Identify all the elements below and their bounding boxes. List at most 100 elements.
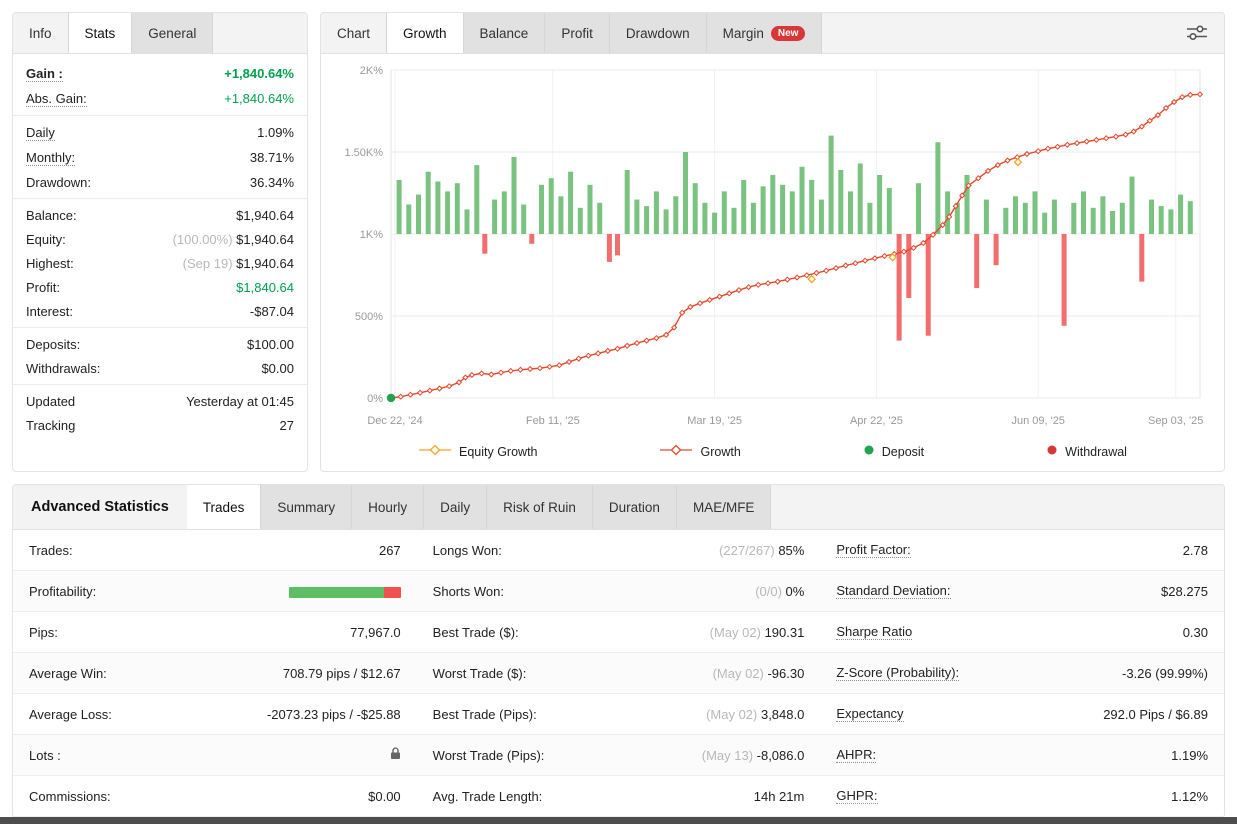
cell-label-profitability: Profitability: bbox=[29, 584, 96, 599]
svg-text:0%: 0% bbox=[367, 393, 383, 405]
chart-tab-growth[interactable]: Growth bbox=[387, 13, 464, 53]
stat-row-profit: Profit:$1,840.64 bbox=[13, 275, 307, 299]
stat-row-equity: Equity:(100.00%) $1,940.64 bbox=[13, 227, 307, 251]
cell-value-expectancy: 292.0 Pips / $6.89 bbox=[1103, 707, 1208, 722]
legend-label: Withdrawal bbox=[1065, 445, 1127, 459]
stat-value-profit: $1,840.64 bbox=[236, 280, 294, 295]
stat-label-gain[interactable]: Gain : bbox=[26, 66, 63, 82]
stat-label-abs-gain[interactable]: Abs. Gain: bbox=[26, 91, 87, 107]
chart-tab-chart[interactable]: Chart bbox=[321, 13, 387, 53]
stats-tab-mae-mfe[interactable]: MAE/MFE bbox=[677, 485, 772, 529]
stat-label-monthly[interactable]: Monthly: bbox=[26, 150, 75, 166]
legend-item-deposit[interactable]: Deposit bbox=[863, 444, 924, 459]
chart-settings-button[interactable] bbox=[1170, 13, 1224, 53]
cell-longs-won: Longs Won:(227/267) 85% bbox=[417, 530, 821, 570]
cell-profit-factor: Profit Factor:2.78 bbox=[820, 530, 1224, 570]
cell-value-pips: 77,967.0 bbox=[350, 625, 401, 640]
tab-label: Daily bbox=[440, 500, 470, 515]
stat-value-drawdown: 36.34% bbox=[250, 175, 294, 190]
stats-list: Gain :+1,840.64% Abs. Gain: +1,840.64% Dail… bbox=[13, 54, 307, 471]
header-spacer bbox=[822, 13, 1170, 53]
cell-label-lots: Lots : bbox=[29, 748, 61, 763]
cell-average-win: Average Win:708.79 pips / $12.67 bbox=[13, 653, 417, 693]
stat-label-balance: Balance: bbox=[26, 208, 77, 223]
stats-tab-duration[interactable]: Duration bbox=[593, 485, 677, 529]
table-row: Pips: 77,967.0 Best Trade ($):(May 02) 190… bbox=[13, 612, 1224, 653]
top-section: InfoStatsGeneral Gain :+1,840.64%Abs. Ga… bbox=[12, 12, 1225, 472]
chart-tab-balance[interactable]: Balance bbox=[464, 13, 546, 53]
cell-value-sharpe-ratio: 0.30 bbox=[1183, 625, 1208, 640]
cell-label-z-score-probability[interactable]: Z-Score (Probability): bbox=[836, 665, 959, 681]
chart-body: Dec 22, '24Feb 11, '25Mar 19, '25Apr 22,… bbox=[321, 54, 1224, 432]
stat-value-prefix: (Sep 19) bbox=[183, 256, 236, 271]
cell-label-ahpr[interactable]: AHPR: bbox=[836, 747, 876, 763]
stats-tab-hourly[interactable]: Hourly bbox=[352, 485, 424, 529]
tab-general[interactable]: General bbox=[132, 13, 213, 53]
profitability-win-segment bbox=[289, 587, 384, 598]
cell-value-trades: 267 bbox=[379, 543, 401, 558]
cell-worst-trade: Worst Trade ($):(May 02) -96.30 bbox=[417, 653, 821, 693]
stat-label-equity: Equity: bbox=[26, 232, 66, 247]
cell-best-trade: Best Trade ($):(May 02) 190.31 bbox=[417, 612, 821, 652]
stats-tab-daily[interactable]: Daily bbox=[424, 485, 487, 529]
cell-label-expectancy[interactable]: Expectancy bbox=[836, 706, 903, 722]
cell-value-prefix: (May 02) bbox=[710, 625, 765, 640]
bottom-panel-header: Advanced Statistics TradesSummaryHourly D… bbox=[13, 485, 1224, 530]
stats-tab-summary[interactable]: Summary bbox=[261, 485, 352, 529]
cell-value-best-trade: (May 02) 190.31 bbox=[710, 625, 805, 640]
legend-item-equity-growth[interactable]: Equity Growth bbox=[418, 444, 538, 459]
lock-icon bbox=[390, 747, 401, 760]
advanced-statistics-title: Advanced Statistics bbox=[13, 485, 187, 529]
stat-value-updated: Yesterday at 01:45 bbox=[186, 394, 294, 409]
stat-value-abs-gain: +1,840.64% bbox=[224, 91, 294, 106]
stat-value-tracking: 27 bbox=[280, 418, 294, 433]
stat-row-gain: Gain :+1,840.64% bbox=[13, 61, 307, 86]
tab-label: Info bbox=[29, 26, 52, 41]
cell-value-worst-trade-pips: (May 13) -8,086.0 bbox=[702, 748, 805, 763]
stats-tab-risk-of-ruin[interactable]: Risk of Ruin bbox=[487, 485, 593, 529]
stat-row-tracking: Tracking27 bbox=[13, 413, 307, 437]
stat-group: Balance:$1,940.64Equity:(100.00%) $1,940… bbox=[13, 199, 307, 328]
cell-label-shorts-won: Shorts Won: bbox=[433, 584, 504, 599]
cell-label-trades: Trades: bbox=[29, 543, 73, 558]
cell-value-commissions: $0.00 bbox=[368, 789, 401, 804]
cell-label-pips: Pips: bbox=[29, 625, 58, 640]
horizontal-scrollbar[interactable] bbox=[0, 817, 1237, 824]
stat-row-abs-gain: Abs. Gain: +1,840.64% bbox=[13, 86, 307, 111]
stat-value-deposits: $100.00 bbox=[247, 337, 294, 352]
chart-tab-drawdown[interactable]: Drawdown bbox=[610, 13, 707, 53]
cell-worst-trade-pips: Worst Trade (Pips): (May 13) -8,086.0 bbox=[417, 735, 821, 775]
stats-tab-trades[interactable]: Trades bbox=[187, 485, 262, 529]
legend-label: Growth bbox=[700, 445, 740, 459]
cell-label-profit-factor[interactable]: Profit Factor: bbox=[836, 542, 910, 558]
cell-value-best-trade-pips: (May 02) 3,848.0 bbox=[706, 707, 804, 722]
cell-lots: Lots : bbox=[13, 735, 417, 775]
chart-tab-profit[interactable]: Profit bbox=[545, 13, 610, 53]
left-panel-tabs: Info StatsGeneral bbox=[13, 13, 307, 54]
cell-label-sharpe-ratio[interactable]: Sharpe Ratio bbox=[836, 624, 912, 640]
stat-label-withdrawals: Withdrawals: bbox=[26, 361, 100, 376]
stat-row-balance: Balance:$1,940.64 bbox=[13, 203, 307, 227]
chart-panel-header: ChartGrowthBalanceProfitDrawdownMarginNe… bbox=[321, 13, 1224, 54]
chart-tab-margin[interactable]: MarginNew bbox=[707, 13, 823, 53]
cell-label-worst-trade-pips: Worst Trade (Pips): bbox=[433, 748, 545, 763]
trades-table: Trades:267Longs Won:(227/267) 85%Profit … bbox=[13, 530, 1224, 817]
diamond-marker-icon bbox=[418, 444, 452, 459]
legend-item-growth[interactable]: Growth bbox=[659, 444, 740, 459]
cell-label-ghpr[interactable]: GHPR: bbox=[836, 788, 877, 804]
tab-stats[interactable]: Stats bbox=[69, 13, 133, 53]
cell-value-average-win: 708.79 pips / $12.67 bbox=[283, 666, 401, 681]
table-row: Average Loss:-2073.23 pips / -$25.88Best… bbox=[13, 694, 1224, 735]
cell-label-standard-deviation[interactable]: Standard Deviation: bbox=[836, 583, 950, 599]
table-row: Lots : Worst Trade (Pips): (May 13) -8,086… bbox=[13, 735, 1224, 776]
legend-item-withdrawal[interactable]: Withdrawal bbox=[1046, 444, 1127, 459]
cell-expectancy: Expectancy 292.0 Pips / $6.89 bbox=[820, 694, 1224, 734]
circle-marker-icon bbox=[863, 444, 875, 459]
stat-label-daily[interactable]: Daily bbox=[26, 125, 55, 141]
tab-info[interactable]: Info bbox=[13, 13, 69, 53]
cell-value-lots bbox=[390, 747, 401, 763]
cell-standard-deviation: Standard Deviation:$28.275 bbox=[820, 571, 1224, 611]
cell-label-avg-trade-length: Avg. Trade Length: bbox=[433, 789, 543, 804]
stat-value-highest: (Sep 19) $1,940.64 bbox=[183, 256, 294, 271]
svg-text:1K%: 1K% bbox=[360, 229, 383, 241]
